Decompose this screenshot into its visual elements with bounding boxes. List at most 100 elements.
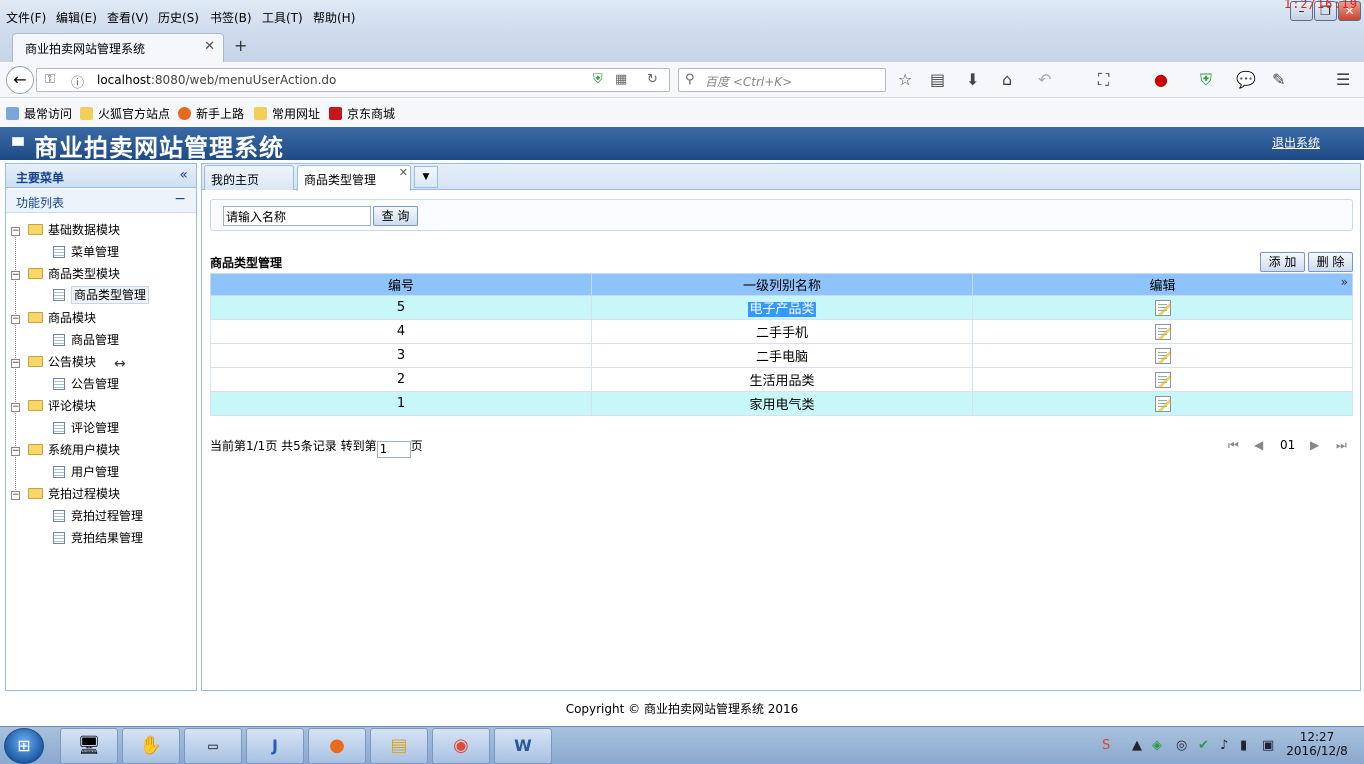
column-header-id[interactable]: 编号 [210,273,592,296]
browser-tab[interactable]: 商业拍卖网站管理系统 ✕ [12,33,224,62]
taskbar-app-word-icon[interactable]: W [494,728,552,764]
query-button[interactable]: 查 询 [373,206,418,226]
tree-module-goods[interactable]: − 商品模块 [11,309,96,326]
shield-icon[interactable]: ⛨ [593,72,603,87]
menu-help[interactable]: 帮助(H) [313,9,355,26]
tree-module-user[interactable]: − 系统用户模块 [11,441,120,458]
bookmark-item[interactable]: 新手上路 [178,105,244,122]
undo-icon[interactable]: ↶ [1038,70,1051,89]
table-row[interactable]: 3 二手电脑 [210,343,1353,368]
table-row[interactable]: 1 家用电气类 [210,391,1353,416]
reload-icon[interactable]: ↻ [647,72,658,87]
taskbar-app-ide-icon[interactable]: J [246,728,304,764]
edit-icon[interactable] [1154,323,1171,340]
first-page-icon[interactable]: ⏮ [1228,438,1239,453]
bookmarks-bar: 最常访问 火狐官方站点 新手上路 常用网址 京东商城 [0,99,1364,127]
extension-icon[interactable]: ✎ [1272,70,1285,89]
start-button[interactable]: ⊞ [4,728,44,764]
tree-module-notice[interactable]: − 公告模块 [11,353,96,370]
tree-item-category[interactable]: 商品类型管理 [53,286,150,304]
menu-view[interactable]: 查看(V) [107,9,149,26]
column-header-name[interactable]: 一级列别名称 [591,273,973,296]
menu-tools[interactable]: 工具(T) [262,9,303,26]
page-input[interactable] [376,440,411,458]
tree-item-menu[interactable]: 菜单管理 [53,243,119,260]
menu-bookmarks[interactable]: 书签(B) [210,9,252,26]
search-bar[interactable]: ⚲ 百度 <Ctrl+K> [678,68,886,92]
taskbar-app-chrome-icon[interactable]: ◉ [432,728,490,764]
back-icon[interactable]: ← [6,66,34,94]
edit-icon[interactable] [1154,299,1171,316]
network-icon[interactable]: ▣ [1262,738,1274,753]
logout-link[interactable]: 退出系统 [1272,134,1320,151]
main-panel [201,163,1361,691]
tree-item-auction-result[interactable]: 竞拍结果管理 [53,529,143,546]
tab-home[interactable]: 我的主页 [204,165,294,190]
add-button[interactable]: 添 加 [1260,252,1305,272]
tree-module-category[interactable]: − 商品类型模块 [11,265,120,282]
bookmark-item[interactable]: 火狐官方站点 [80,105,170,122]
qr-icon[interactable]: ▦ [615,72,627,87]
reader-icon[interactable]: ▤ [930,70,945,89]
show-hidden-icon[interactable]: ▲ [1132,738,1142,753]
edit-icon[interactable] [1154,395,1171,412]
download-icon[interactable]: ⬇ [966,70,979,89]
delete-button[interactable]: 删 除 [1308,252,1353,272]
url-bar[interactable]: ⚿ ⓘ localhost:8080/web/menuUserAction.do… [36,68,670,92]
tab-close-icon[interactable]: ✕ [399,166,408,179]
new-tab-icon[interactable]: + [234,36,247,55]
edit-icon[interactable] [1154,371,1171,388]
info-icon[interactable]: ⓘ [71,72,84,91]
hamburger-menu-icon[interactable]: ☰ [1336,70,1350,89]
expand-columns-icon[interactable]: » [1341,275,1348,289]
star-icon[interactable]: ☆ [898,70,912,89]
ime-icon[interactable]: S [1102,738,1110,753]
tree-item-user[interactable]: 用户管理 [53,463,119,480]
taskbar-app-hand-icon[interactable]: ✋ [122,728,180,764]
bookmark-item[interactable]: 常用网址 [254,105,320,122]
taskbar-app-cmd-icon[interactable]: ▭ [184,728,242,764]
tree-item-notice[interactable]: 公告管理 [53,375,119,392]
shield-check-icon[interactable]: ⛨ [1200,70,1212,90]
sidebar-section[interactable]: 功能列表 − [6,189,196,213]
home-icon[interactable]: ⌂ [1002,70,1012,89]
chat-icon[interactable]: 💬 [1236,70,1256,89]
taskbar-app-explorer-icon[interactable]: ▤ [370,728,428,764]
tree-item-goods[interactable]: 商品管理 [53,331,119,348]
bookmark-item[interactable]: 京东商城 [329,105,395,122]
edit-icon[interactable] [1154,347,1171,364]
qq-icon[interactable]: ◎ [1176,738,1187,753]
table-row[interactable]: 2 生活用品类 [210,367,1353,392]
taskbar-app-firefox-icon[interactable]: ● [308,728,366,764]
menu-file[interactable]: 文件(F) [6,9,46,26]
next-page-icon[interactable]: ▶ [1310,438,1319,452]
volume-icon[interactable]: ♪ [1220,738,1228,753]
minus-icon[interactable]: − [174,191,186,207]
column-header-edit[interactable]: 编辑» [972,273,1353,296]
table-row[interactable]: 4 二手手机 [210,319,1353,344]
tree-module-auction[interactable]: − 竞拍过程模块 [11,485,120,502]
tree-module-basic[interactable]: − 基础数据模块 [11,221,120,238]
table-row[interactable]: 5 电子产品类 [210,295,1353,320]
tab-category[interactable]: 商品类型管理 ✕ [297,165,411,191]
system-clock[interactable]: 12:27 2016/12/8 [1282,730,1352,758]
security-icon[interactable]: ◈ [1152,738,1162,753]
crop-icon[interactable]: ⛶ [1098,70,1109,90]
taskbar-app-monitor-icon[interactable]: 🖥 [60,728,118,764]
check-icon[interactable]: ✔ [1198,738,1209,753]
tree-module-comment[interactable]: − 评论模块 [11,397,96,414]
menu-history[interactable]: 历史(S) [158,9,199,26]
collapse-icon[interactable]: « [179,167,188,183]
tree-item-comment[interactable]: 评论管理 [53,419,119,436]
tab-close-icon[interactable]: ✕ [204,39,215,54]
name-input[interactable] [223,206,371,226]
last-page-icon[interactable]: ⏭ [1336,438,1347,453]
menu-edit[interactable]: 编辑(E) [56,9,97,26]
tree-item-auction-process[interactable]: 竞拍过程管理 [53,507,143,524]
bookmark-item[interactable]: 最常访问 [6,105,72,122]
tab-dropdown-icon[interactable]: ▼ [414,166,438,188]
cell-edit [972,391,1353,416]
usb-icon[interactable]: ▮ [1240,738,1247,753]
prev-page-icon[interactable]: ◀ [1254,438,1263,452]
adblock-icon[interactable]: ● [1154,70,1168,89]
